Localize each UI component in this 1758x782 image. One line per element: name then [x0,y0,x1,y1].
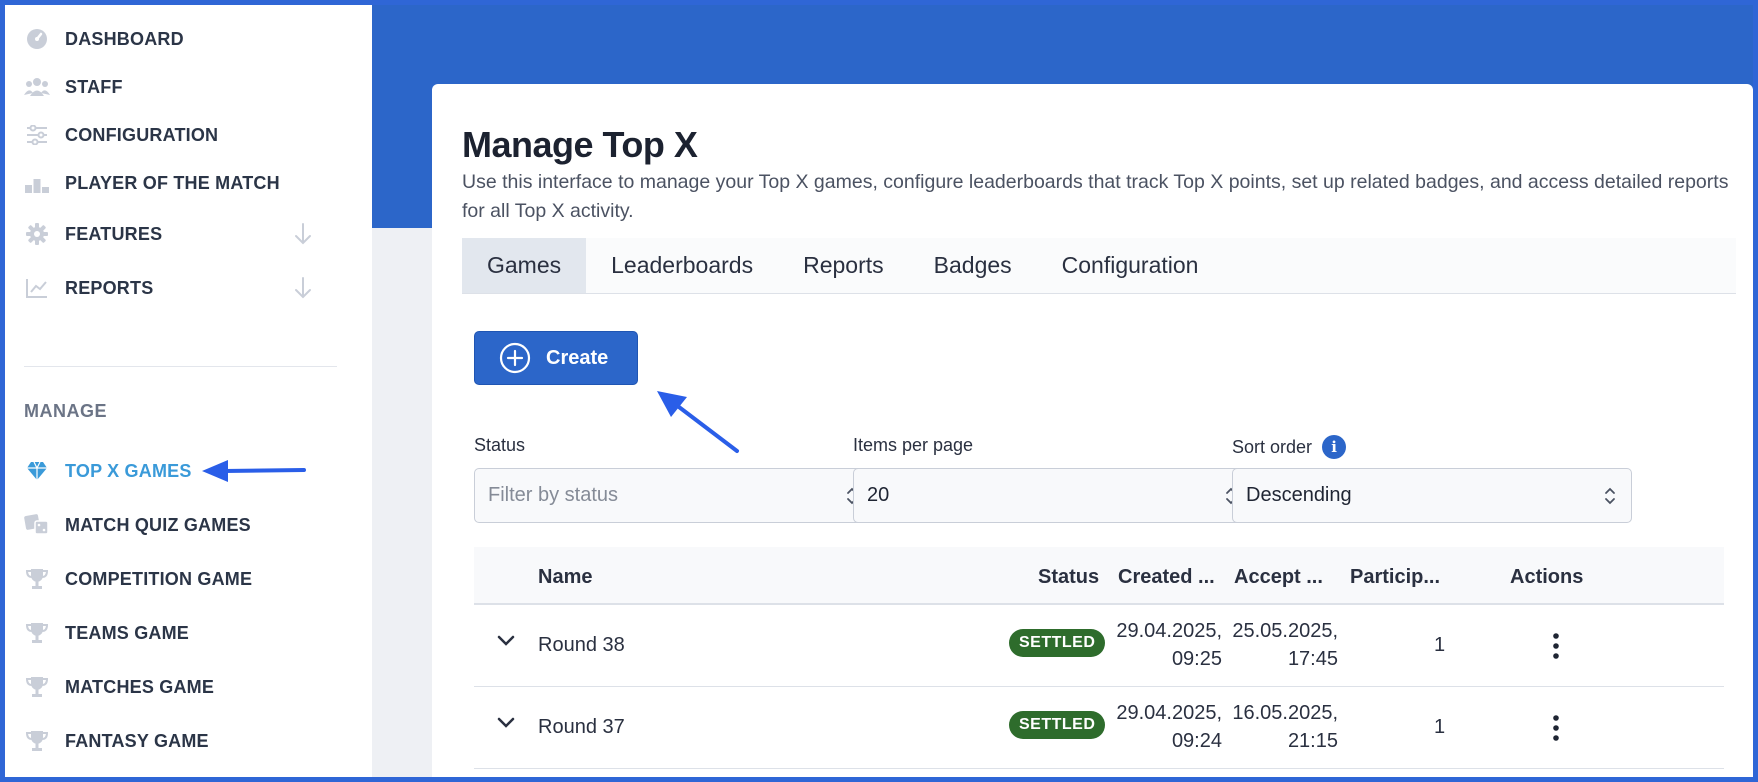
sidebar-item-label: DASHBOARD [65,28,184,49]
row-name: Round 38 [538,634,625,656]
tab-reports[interactable]: Reports [778,238,909,293]
column-header-name[interactable]: Name [538,566,592,589]
trophy-icon [23,727,51,755]
page-title: Manage Top X [462,124,698,165]
table-row[interactable]: Round 38 SETTLED 29.04.2025, 09:25 25.05… [474,605,1724,687]
status-filter-placeholder: Filter by status [488,484,619,506]
users-icon [23,73,51,101]
sidebar: DASHBOARD STAFF CONFIGURATION PLAYER OF … [5,5,372,777]
accept-cell: 16.05.2025, 21:15 [1230,699,1338,755]
sort-order-label: Sort order [1232,436,1313,457]
sidebar-item-top-x-games[interactable]: TOP X GAMES [23,456,192,486]
sidebar-item-matches-game[interactable]: MATCHES GAME [23,672,214,702]
participants-count: 1 [1434,716,1446,738]
sidebar-item-label: REPORTS [65,277,154,298]
table-header: Name Status Created ... Accept ... Parti… [474,547,1724,605]
create-button[interactable]: Create [474,331,638,385]
kebab-menu-icon[interactable] [1551,632,1561,660]
sidebar-item-competition-game[interactable]: COMPETITION GAME [23,564,252,594]
created-date: 29.04.2025, [1116,620,1222,642]
accept-date: 16.05.2025, [1232,702,1338,724]
sidebar-item-label: PLAYER OF THE MATCH [65,172,280,193]
sidebar-item-reports[interactable]: REPORTS [23,273,345,303]
table-row[interactable]: Round 37 SETTLED 29.04.2025, 09:24 16.05… [474,687,1724,769]
chevron-down-icon[interactable] [497,717,515,729]
sidebar-item-player-of-the-match[interactable]: PLAYER OF THE MATCH [23,168,280,198]
arrow-down-icon[interactable] [291,222,315,246]
sort-order-label-row: Sort order i [1232,435,1347,459]
items-per-page-label: Items per page [853,435,974,455]
arrow-down-icon[interactable] [291,276,315,300]
main-card: Manage Top X Use this interface to manag… [432,84,1753,777]
chevron-down-icon[interactable] [497,635,515,647]
create-button-label: Create [546,346,609,369]
podium-icon [23,169,51,197]
created-cell: 29.04.2025, 09:24 [1114,699,1222,755]
column-header-status[interactable]: Status [1038,566,1099,589]
sidebar-item-fantasy-game[interactable]: FANTASY GAME [23,726,209,756]
accept-time: 21:15 [1287,730,1338,752]
created-time: 09:25 [1171,648,1222,670]
sliders-icon [23,121,51,149]
sort-order-select[interactable]: Descending [1232,468,1632,523]
sidebar-divider [24,366,337,367]
sidebar-item-label: FEATURES [65,223,163,244]
trophy-icon [23,619,51,647]
trophy-icon [23,673,51,701]
column-header-participants[interactable]: Particip... [1350,566,1440,589]
participants-count: 1 [1434,634,1446,656]
dashboard-gauge-icon [23,25,51,53]
info-icon[interactable]: i [1322,435,1347,459]
sidebar-item-label: MATCH QUIZ GAMES [65,514,251,535]
status-filter-select[interactable]: Filter by status [474,468,874,523]
sidebar-item-label: CONFIGURATION [65,124,219,145]
gear-icon [23,220,51,248]
accept-date: 25.05.2025, [1232,620,1338,642]
sidebar-section-label: MANAGE [24,401,107,421]
sidebar-item-configuration[interactable]: CONFIGURATION [23,120,218,150]
items-per-page-value: 20 [867,484,890,506]
app-frame: DASHBOARD STAFF CONFIGURATION PLAYER OF … [5,5,1753,777]
status-badge: SETTLED [1009,711,1106,739]
tab-configuration[interactable]: Configuration [1037,238,1224,293]
sidebar-item-teams-game[interactable]: TEAMS GAME [23,618,189,648]
created-cell: 29.04.2025, 09:25 [1114,617,1222,673]
games-table: Name Status Created ... Accept ... Parti… [474,547,1724,769]
tab-games[interactable]: Games [462,238,587,293]
sidebar-item-dashboard[interactable]: DASHBOARD [23,24,184,54]
dice-icon [23,511,51,539]
sidebar-item-label: FANTASY GAME [65,730,209,751]
created-time: 09:24 [1171,730,1222,752]
column-header-actions: Actions [1510,566,1584,588]
sidebar-item-label: TOP X GAMES [65,460,192,481]
trophy-icon [23,565,51,593]
sidebar-item-features[interactable]: FEATURES [23,219,345,249]
diamond-icon [23,457,51,485]
line-chart-icon [23,274,51,302]
sidebar-item-label: STAFF [65,76,123,97]
row-name: Round 37 [538,716,625,738]
sidebar-item-label: COMPETITION GAME [65,568,253,589]
sidebar-item-label: MATCHES GAME [65,676,215,697]
kebab-menu-icon[interactable] [1551,714,1561,742]
accept-time: 17:45 [1287,648,1338,670]
column-header-created[interactable]: Created ... [1118,566,1215,589]
tab-leaderboards[interactable]: Leaderboards [586,238,778,293]
page-description: Use this interface to manage your Top X … [462,171,1729,222]
tab-badges[interactable]: Badges [909,238,1037,293]
tab-bar: Games Leaderboards Reports Badges Config… [462,238,1736,294]
plus-circle-icon [499,342,531,374]
created-date: 29.04.2025, [1116,702,1222,724]
sidebar-item-staff[interactable]: STAFF [23,72,123,102]
chevron-updown-icon [1605,487,1615,505]
accept-cell: 25.05.2025, 17:45 [1230,617,1338,673]
sort-order-value: Descending [1246,484,1352,506]
status-badge: SETTLED [1009,629,1106,657]
items-per-page-select[interactable]: 20 [853,468,1253,523]
sidebar-item-match-quiz-games[interactable]: MATCH QUIZ GAMES [23,510,251,540]
status-filter-label: Status [474,435,526,455]
column-header-accept[interactable]: Accept ... [1234,566,1323,589]
sidebar-item-label: TEAMS GAME [65,622,190,643]
